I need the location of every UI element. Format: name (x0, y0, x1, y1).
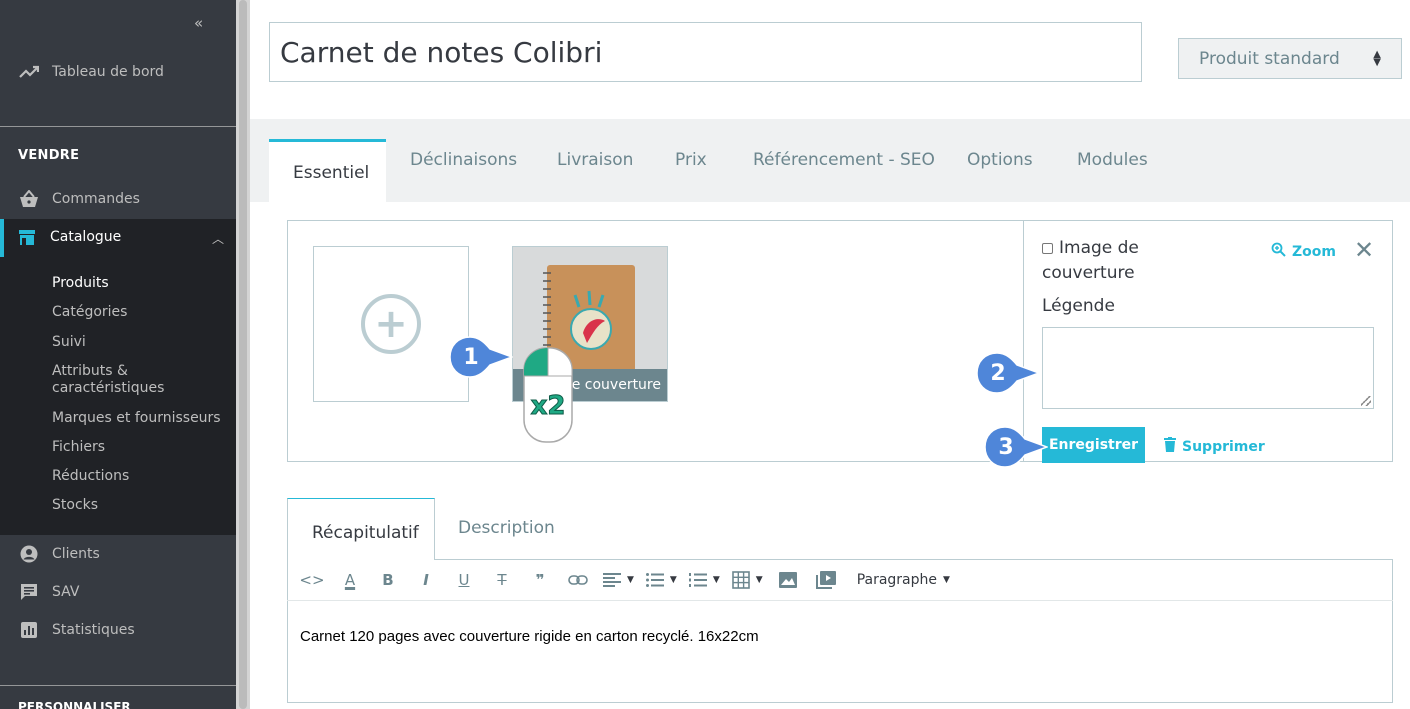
tab-combinations[interactable]: Déclinaisons (410, 150, 517, 170)
divider (0, 685, 236, 686)
bullet-list-icon[interactable]: ▼ (645, 566, 677, 594)
sidebar-item-dashboard[interactable]: Tableau de bord (18, 62, 164, 82)
step-3-badge: 3 (984, 426, 1050, 468)
sidebar-subitem-stocks[interactable]: Stocks (52, 497, 98, 514)
tab-summary[interactable]: Récapitulatif (287, 498, 435, 560)
sidebar-item-label: Commandes (52, 191, 140, 207)
sidebar-subitem-files[interactable]: Fichiers (52, 439, 105, 456)
zoom-label: Zoom (1292, 243, 1336, 260)
blockquote-icon[interactable]: ❞ (527, 566, 553, 594)
editor-toolbar: <> A B I U T ❞ ▼ ▼ ▼ ▼ Paragraphe ▼ (287, 559, 1393, 601)
sidebar-item-orders[interactable]: Commandes (18, 189, 140, 209)
sidebar-subitem-products[interactable]: Produits (52, 275, 109, 292)
sidebar-item-clients[interactable]: Clients (18, 544, 100, 564)
italic-icon[interactable]: I (413, 566, 439, 594)
caption-textarea[interactable] (1042, 327, 1374, 409)
sidebar-subitem-features[interactable]: caractéristiques (52, 380, 164, 397)
add-image-button[interactable]: + (313, 246, 469, 402)
sidebar-scrollbar[interactable] (236, 0, 250, 709)
underline-icon[interactable]: U (451, 566, 477, 594)
strikethrough-icon[interactable]: T (489, 566, 515, 594)
step-number: 1 (463, 344, 479, 370)
paragraph-label: Paragraphe (856, 571, 938, 588)
sidebar-item-stats[interactable]: Statistiques (18, 620, 135, 640)
cover-checkbox-label: Image de couverture (1042, 238, 1139, 283)
delete-label: Supprimer (1182, 438, 1265, 455)
link-icon[interactable] (565, 566, 591, 594)
zoom-in-icon (1271, 242, 1286, 261)
sidebar: « Tableau de bord VENDRE Commandes Catal… (0, 0, 236, 709)
zoom-button[interactable]: Zoom (1271, 242, 1336, 261)
table-icon[interactable]: ▼ (731, 566, 763, 594)
tab-seo[interactable]: Référencement - SEO (753, 150, 935, 170)
media-icon[interactable] (813, 566, 839, 594)
sidebar-section-customize: PERSONNALISER (18, 700, 131, 709)
sidebar-subitem-attributes[interactable]: Attributs & (52, 363, 128, 380)
trash-icon (1164, 437, 1176, 456)
step-number: 3 (998, 434, 1014, 460)
text-color-icon[interactable]: A (337, 566, 363, 594)
source-code-icon[interactable]: <> (299, 566, 325, 594)
cover-image-checkbox[interactable]: Image de couverture (1042, 236, 1172, 286)
bar-chart-icon (18, 620, 40, 640)
tab-label: Récapitulatif (312, 523, 419, 543)
sidebar-item-label: Statistiques (52, 622, 135, 638)
mouse-double-click-icon: x2 (522, 346, 574, 444)
tab-shipping[interactable]: Livraison (557, 150, 633, 170)
tab-modules[interactable]: Modules (1077, 150, 1148, 170)
scrollbar-thumb[interactable] (239, 0, 247, 709)
sidebar-subitem-monitoring[interactable]: Suivi (52, 334, 86, 351)
sidebar-item-label: Clients (52, 546, 100, 562)
collapse-sidebar-icon[interactable]: « (194, 14, 203, 32)
sidebar-item-label: SAV (52, 584, 80, 600)
double-click-label: x2 (531, 391, 566, 421)
image-icon[interactable] (775, 566, 801, 594)
bold-icon[interactable]: B (375, 566, 401, 594)
paragraph-format-select[interactable]: Paragraphe ▼ (857, 566, 950, 594)
basket-icon (18, 189, 40, 209)
sidebar-item-sav[interactable]: SAV (18, 582, 79, 602)
sidebar-subitem-categories[interactable]: Catégories (52, 304, 127, 321)
tab-description[interactable]: Description (458, 518, 555, 538)
user-circle-icon (18, 544, 40, 564)
sidebar-subitem-discounts[interactable]: Réductions (52, 468, 129, 485)
delete-button[interactable]: Supprimer (1164, 437, 1265, 456)
plus-icon: + (361, 294, 421, 354)
divider (0, 126, 236, 127)
trending-up-icon (18, 62, 40, 82)
sidebar-item-label: Catalogue (50, 229, 122, 245)
product-type-value: Produit standard (1199, 48, 1340, 69)
product-name-input[interactable]: Carnet de notes Colibri (269, 22, 1142, 82)
resize-grip-icon[interactable] (1361, 396, 1371, 406)
chevron-up-icon: ︿ (212, 232, 225, 246)
checkbox-icon[interactable] (1042, 243, 1053, 254)
product-type-select[interactable]: Produit standard ▲ ▼ (1178, 38, 1402, 79)
select-arrows-icon: ▲ ▼ (1373, 48, 1381, 68)
sidebar-item-label: Tableau de bord (52, 64, 164, 80)
close-icon[interactable]: ✕ (1354, 236, 1374, 264)
sidebar-section-sell: VENDRE (18, 148, 80, 163)
tab-label: Essentiel (293, 163, 370, 183)
store-icon (18, 229, 36, 250)
step-number: 2 (990, 360, 1006, 386)
caret-down-icon: ▼ (943, 574, 950, 585)
sidebar-subitem-brands[interactable]: Marques et fournisseurs (52, 410, 221, 427)
sidebar-item-catalog[interactable]: Catalogue ︿ (0, 219, 236, 257)
tab-pricing[interactable]: Prix (675, 150, 707, 170)
caption-label: Légende (1042, 296, 1115, 316)
step-1-badge: 1 (449, 336, 515, 378)
editor-content[interactable]: Carnet 120 pages avec couverture rigide … (300, 628, 759, 645)
numbered-list-icon[interactable]: ▼ (688, 566, 720, 594)
align-left-icon[interactable]: ▼ (603, 566, 634, 594)
tab-essential[interactable]: Essentiel (269, 139, 386, 202)
message-icon (18, 582, 40, 602)
save-button[interactable]: Enregistrer (1042, 427, 1145, 463)
tab-options[interactable]: Options (967, 150, 1033, 170)
step-2-badge: 2 (976, 352, 1042, 394)
